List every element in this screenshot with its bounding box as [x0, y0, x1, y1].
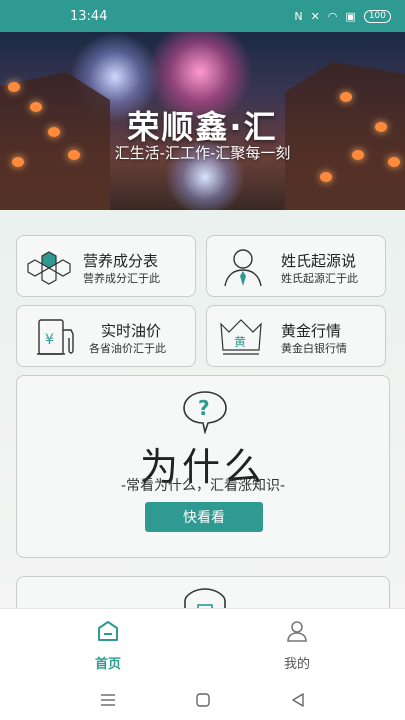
yuan-icon-glyph: ¥ — [45, 332, 54, 348]
card-nutrition[interactable]: 营养成分表 营养成分汇于此 — [16, 235, 196, 297]
nfc-icon: N — [294, 9, 303, 23]
hero-banner: 荣顺鑫·汇 汇生活-汇工作-汇聚每一刻 — [0, 32, 405, 210]
card-title: 营养成分表 — [83, 252, 159, 270]
hexagon-grid-icon — [27, 251, 71, 285]
user-icon — [287, 621, 307, 642]
tab-mine[interactable]: 我的 — [257, 619, 337, 672]
card-title: 黄金行情 — [281, 322, 342, 340]
feature-card-next[interactable] — [16, 576, 390, 608]
status-bar: 13:44 N ✕ ◠ ▣ 100 — [0, 0, 405, 32]
tab-home[interactable]: 首页 — [68, 619, 148, 672]
battery-icon: 100 — [363, 9, 391, 23]
app-subtitle: 汇生活-汇工作-汇聚每一刻 — [114, 144, 291, 162]
question-bubble-icon: ? — [183, 391, 227, 434]
status-icons: N ✕ ◠ ▣ 100 — [294, 9, 391, 23]
card-title: 实时油价 — [101, 322, 162, 340]
tab-mine-label: 我的 — [283, 657, 310, 672]
quick-look-button[interactable]: 快看看 — [145, 502, 263, 532]
card-subtitle: 姓氏起源汇于此 — [281, 272, 358, 285]
card-subtitle: 各省油价汇于此 — [89, 342, 166, 355]
card-oil-price[interactable]: ¥ 实时油价 各省油价汇于此 — [16, 305, 196, 367]
mute-icon: ✕ — [310, 9, 320, 23]
gold-glyph: 黄 — [234, 335, 246, 349]
card-subtitle: 营养成分汇于此 — [83, 272, 160, 285]
card-gold[interactable]: 黄 黄金行情 黄金白银行情 — [206, 305, 386, 367]
feature-card-why[interactable]: ? 为什么 -常看为什么，汇看涨知识- 快看看 — [16, 375, 390, 558]
fuel-pump-icon: ¥ — [37, 319, 74, 355]
home-square-icon[interactable] — [195, 692, 211, 708]
tab-home-label: 首页 — [94, 657, 121, 672]
question-glyph: ? — [198, 396, 210, 420]
status-time: 13:44 — [70, 8, 108, 24]
wifi-icon: ◠ — [327, 9, 338, 23]
book-shield-icon — [184, 588, 226, 608]
home-icon — [98, 621, 118, 641]
back-icon[interactable] — [290, 692, 306, 708]
person-icon — [224, 249, 262, 287]
menu-icon[interactable] — [100, 692, 116, 708]
feature-slogan: -常看为什么，汇看涨知识- — [120, 478, 286, 494]
card-title: 姓氏起源说 — [281, 252, 357, 270]
bottom-tab-bar: 首页 我的 — [0, 608, 405, 680]
screen-record-icon: ▣ — [345, 9, 356, 23]
card-surname[interactable]: 姓氏起源说 姓氏起源汇于此 — [206, 235, 386, 297]
main-content[interactable]: 营养成分表 营养成分汇于此 姓氏起源说 姓氏起源汇于此 ¥ 实时油价 各省油价汇… — [0, 210, 405, 608]
gold-crown-icon: 黄 — [220, 319, 262, 355]
card-subtitle: 黄金白银行情 — [281, 342, 347, 355]
system-nav-bar — [0, 680, 405, 720]
